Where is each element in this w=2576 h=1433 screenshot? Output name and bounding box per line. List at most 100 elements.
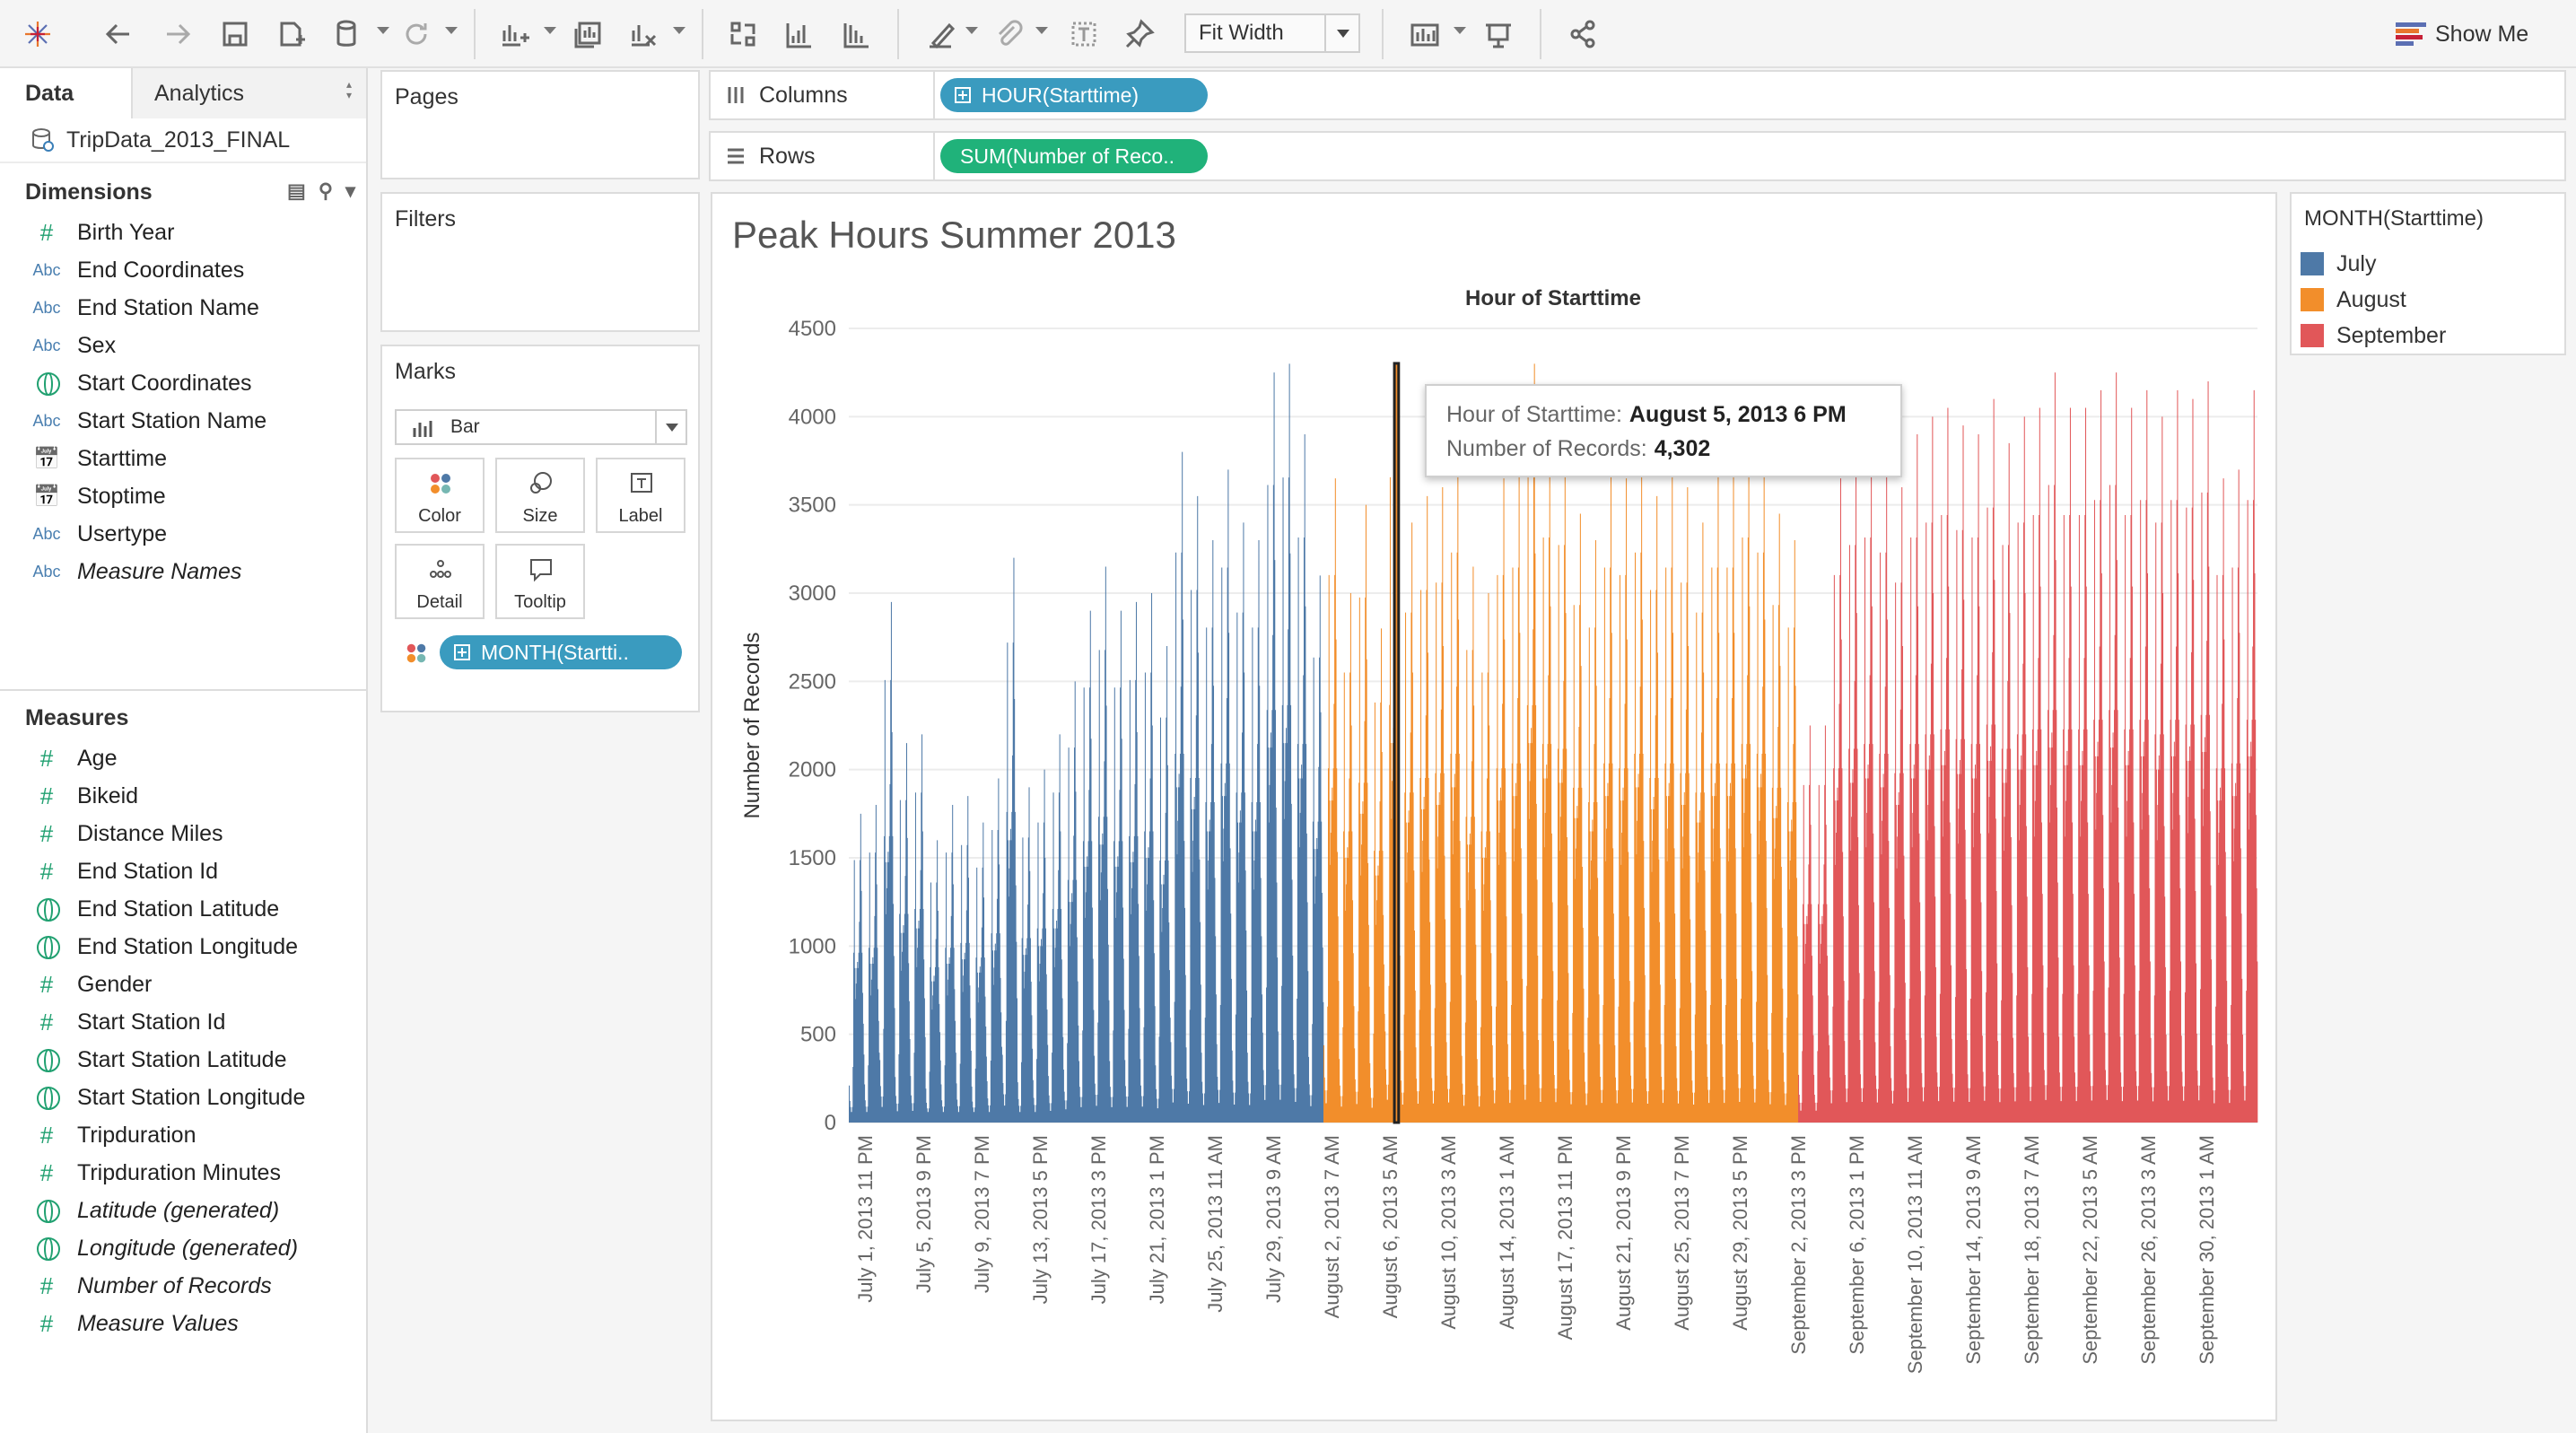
string-abc-icon: Abc (32, 524, 61, 543)
new-datasource-icon[interactable] (269, 13, 312, 56)
field-usertype[interactable]: Abc Usertype (0, 515, 366, 553)
field-start-coordinates[interactable]: Start Coordinates (0, 364, 366, 402)
fit-width-chevron-down-icon[interactable] (1324, 15, 1358, 51)
field-age[interactable]: # Age (0, 739, 366, 777)
number-hash-icon: # (39, 857, 54, 885)
field-birth-year[interactable]: # Birth Year (0, 214, 366, 251)
fit-width-label: Fit Width (1199, 21, 1284, 45)
share-icon[interactable] (1561, 13, 1604, 56)
bar-chart[interactable]: 0 500 1000 1500 2000 2500 3000 3500 4000 4500 Hour… (712, 194, 2275, 1420)
field-start-station-latitude[interactable]: Start Station Latitude (0, 1041, 366, 1079)
group-paperclip-icon[interactable] (987, 13, 1030, 56)
field-latitude-generated[interactable]: Latitude (generated) (0, 1192, 366, 1229)
field-measure-values[interactable]: # Measure Values (0, 1305, 366, 1342)
toolbar-separator (702, 9, 703, 59)
expand-plus-icon[interactable] (955, 87, 971, 103)
highlighted-bar[interactable] (1393, 362, 1401, 1124)
field-start-station-id[interactable]: # Start Station Id (0, 1003, 366, 1041)
field-tripduration-minutes[interactable]: # Tripduration Minutes (0, 1154, 366, 1192)
label-button[interactable]: Label (596, 458, 685, 533)
tooltip-value: 4,302 (1654, 436, 1711, 461)
refresh-icon[interactable] (395, 13, 438, 56)
highlight-dropdown-icon[interactable] (965, 27, 978, 34)
group-dropdown-icon[interactable] (1035, 27, 1048, 34)
fix-axes-pin-icon[interactable] (1118, 13, 1161, 56)
legend-item-august[interactable]: August (2301, 284, 2406, 316)
color-button[interactable]: Color (395, 458, 485, 533)
bars-september[interactable] (1798, 372, 2258, 1123)
y-tick-label: 500 (800, 1023, 836, 1047)
field-measure-names[interactable]: Abc Measure Names (0, 553, 366, 590)
label-t-icon (631, 473, 652, 493)
field-stoptime[interactable]: 📅 Stoptime (0, 477, 366, 515)
field-distance-miles[interactable]: # Distance Miles (0, 815, 366, 852)
filters-card[interactable]: Filters (380, 192, 700, 332)
tab-analytics[interactable]: Analytics (133, 68, 366, 118)
field-starttime[interactable]: 📅 Starttime (0, 440, 366, 477)
mark-type-chevron-down-icon[interactable] (655, 411, 685, 443)
field-start-station-name[interactable]: Abc Start Station Name (0, 402, 366, 440)
expand-plus-icon[interactable] (454, 644, 470, 660)
sort-descending-icon[interactable] (834, 13, 878, 56)
field-end-station-latitude[interactable]: End Station Latitude (0, 890, 366, 928)
field-sex[interactable]: Abc Sex (0, 327, 366, 364)
duplicate-sheet-icon[interactable] (565, 13, 608, 56)
mark-type-dropdown[interactable]: Bar (395, 409, 687, 445)
x-tick-label: September 2, 2013 3 PM (1787, 1135, 1810, 1355)
pages-card[interactable]: Pages (380, 70, 700, 179)
tooltip-button[interactable]: Tooltip (495, 544, 585, 619)
new-worksheet-icon[interactable] (492, 13, 535, 56)
rows-sum-pill[interactable]: SUM(Number of Reco.. (940, 139, 1208, 173)
swap-rows-columns-icon[interactable] (721, 13, 764, 56)
datasource-db-icon (32, 128, 54, 152)
field-number-of-records[interactable]: # Number of Records (0, 1267, 366, 1305)
columns-hour-pill[interactable]: HOUR(Starttime) (940, 78, 1208, 112)
refresh-dropdown-icon[interactable] (445, 27, 458, 34)
field-end-coordinates[interactable]: Abc End Coordinates (0, 251, 366, 289)
back-arrow-icon[interactable] (97, 13, 140, 56)
field-start-station-longitude[interactable]: Start Station Longitude (0, 1079, 366, 1116)
tableau-logo-icon[interactable] (18, 13, 57, 56)
datasource-item[interactable]: TripData_2013_FINAL (0, 118, 366, 163)
x-tick-label: July 21, 2013 1 PM (1146, 1135, 1168, 1304)
clear-sheet-dropdown-icon[interactable] (673, 27, 685, 34)
field-end-station-longitude[interactable]: End Station Longitude (0, 928, 366, 966)
rows-shelf[interactable]: Rows SUM(Number of Reco.. (709, 131, 2566, 181)
field-tripduration[interactable]: # Tripduration (0, 1116, 366, 1154)
field-longitude-generated[interactable]: Longitude (generated) (0, 1229, 366, 1267)
show-cards-icon[interactable] (1403, 13, 1446, 56)
field-name: Tripduration (77, 1122, 196, 1148)
size-button[interactable]: Size (495, 458, 585, 533)
field-end-station-name[interactable]: Abc End Station Name (0, 289, 366, 327)
fit-width-dropdown[interactable]: Fit Width (1184, 13, 1360, 53)
clear-sheet-icon[interactable] (621, 13, 664, 56)
save-icon[interactable] (214, 13, 257, 56)
columns-shelf[interactable]: Columns HOUR(Starttime) (709, 70, 2566, 120)
show-me-button[interactable]: Show Me (2396, 16, 2528, 52)
field-bikeid[interactable]: # Bikeid (0, 777, 366, 815)
color-month-pill[interactable]: MONTH(Startti.. (440, 635, 682, 669)
show-labels-icon[interactable] (1062, 13, 1105, 56)
view-data-icon[interactable]: ▤ (287, 179, 306, 203)
tab-data[interactable]: Data (0, 68, 133, 118)
datasource-icon[interactable] (327, 13, 370, 56)
forward-arrow-icon[interactable] (156, 13, 199, 56)
dimensions-menu-chevron-down-icon[interactable]: ▾ (345, 179, 355, 203)
bars-july[interactable] (849, 363, 1324, 1123)
field-name: Sex (77, 332, 117, 358)
sort-ascending-icon[interactable] (777, 13, 820, 56)
legend-item-september[interactable]: September (2301, 319, 2446, 352)
search-icon[interactable]: ⚲ (319, 179, 333, 203)
new-worksheet-dropdown-icon[interactable] (544, 27, 556, 34)
highlight-pen-icon[interactable] (919, 13, 962, 56)
show-cards-dropdown-icon[interactable] (1454, 27, 1466, 34)
detail-button[interactable]: Detail (395, 544, 485, 619)
field-end-station-id[interactable]: # End Station Id (0, 852, 366, 890)
x-tick-label: August 10, 2013 3 AM (1437, 1135, 1460, 1330)
legend-swatch (2301, 252, 2324, 275)
legend-item-july[interactable]: July (2301, 248, 2376, 280)
field-gender[interactable]: # Gender (0, 966, 366, 1003)
presentation-mode-icon[interactable] (1477, 13, 1520, 56)
date-calendar-icon: 📅 (33, 446, 60, 471)
datasource-dropdown-icon[interactable] (377, 27, 389, 34)
